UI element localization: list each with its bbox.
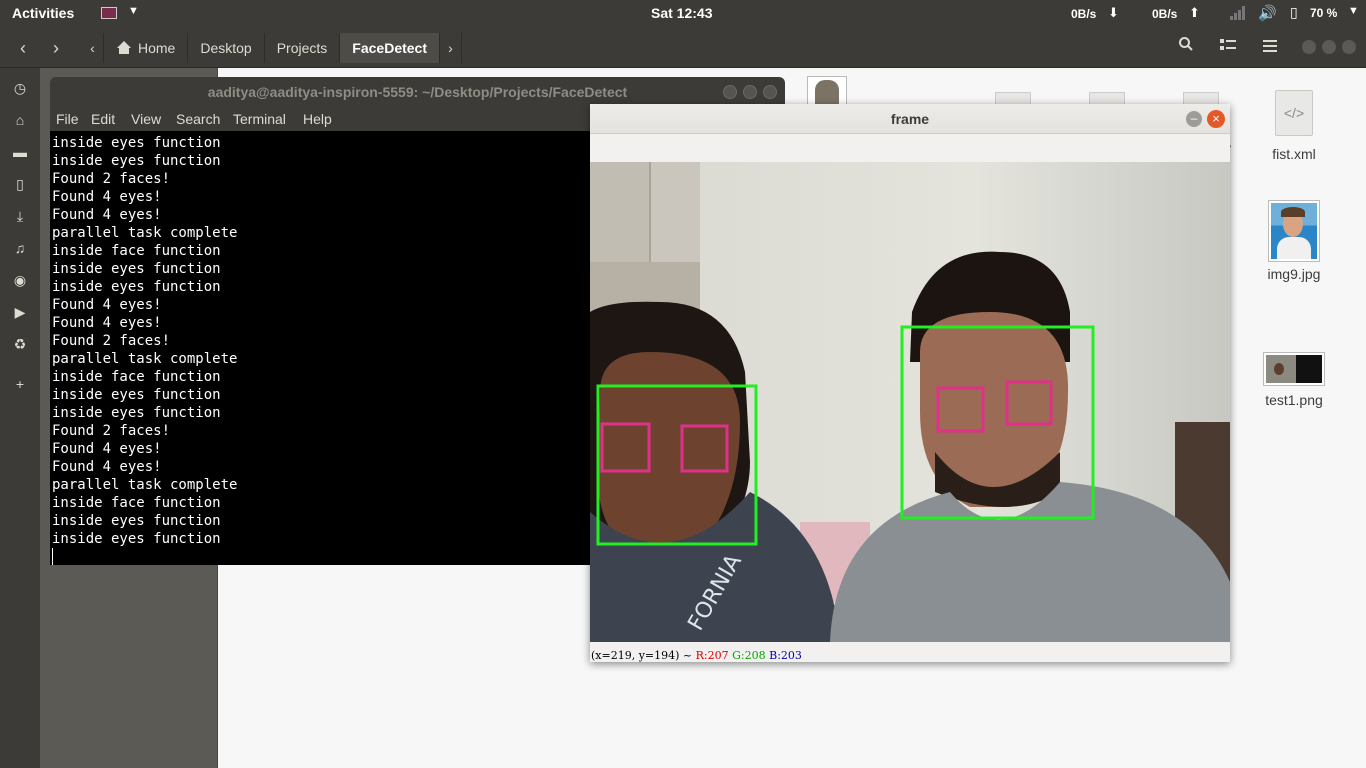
breadcrumb: ‹ Home Desktop Projects FaceDetect › bbox=[82, 33, 462, 63]
menu-terminal[interactable]: Terminal bbox=[233, 111, 286, 127]
recent-icon[interactable]: ◷ bbox=[0, 76, 40, 100]
pixel-coords: (x=219, y=194) ~ bbox=[591, 649, 693, 662]
image-thumbnail bbox=[1263, 352, 1325, 386]
close-button[interactable] bbox=[1342, 40, 1356, 54]
menu-file[interactable]: File bbox=[56, 111, 79, 127]
battery-icon[interactable]: ▯ bbox=[1290, 4, 1298, 21]
minimize-button[interactable] bbox=[1302, 40, 1316, 54]
pixel-red: R:207 bbox=[695, 649, 729, 662]
xml-file-icon: </> bbox=[1275, 90, 1313, 136]
net-up-speed: 0B/s bbox=[1152, 7, 1178, 21]
top-panel: Activities ▼ Sat 12:43 0B/s ⬇ 0B/s ⬆ 🔊 ▯… bbox=[0, 0, 1366, 27]
webcam-scene: FORNIA bbox=[590, 162, 1230, 642]
menu-search[interactable]: Search bbox=[176, 111, 220, 127]
search-button[interactable] bbox=[1170, 34, 1202, 62]
system-menu-icon[interactable]: ▼ bbox=[1348, 5, 1359, 17]
add-location-icon[interactable]: + bbox=[0, 372, 40, 396]
app-menu-icon[interactable] bbox=[101, 7, 117, 19]
menu-button[interactable] bbox=[1254, 34, 1286, 62]
chevron-down-icon[interactable]: ▼ bbox=[128, 5, 139, 17]
pixel-green: G:208 bbox=[732, 649, 766, 662]
file-name: img9.jpg bbox=[1267, 266, 1321, 282]
breadcrumb-left-arrow[interactable]: ‹ bbox=[82, 33, 104, 63]
document-icon[interactable]: ▯ bbox=[0, 172, 40, 196]
camera-icon[interactable]: ◉ bbox=[0, 268, 40, 292]
list-view-icon bbox=[1220, 39, 1236, 50]
terminal-title[interactable]: aaditya@aaditya-inspiron-5559: ~/Desktop… bbox=[50, 77, 785, 107]
breadcrumb-home[interactable]: Home bbox=[104, 33, 189, 63]
activities-button[interactable]: Activities bbox=[12, 5, 74, 21]
menu-edit[interactable]: Edit bbox=[91, 111, 115, 127]
file-item-test1-png[interactable]: test1.png bbox=[1254, 352, 1334, 408]
home-folder-icon[interactable]: ⌂ bbox=[0, 108, 40, 132]
home-icon bbox=[116, 41, 132, 55]
trash-icon[interactable]: ♻ bbox=[0, 332, 40, 356]
music-icon[interactable]: ♫ bbox=[0, 236, 40, 260]
forward-button[interactable]: › bbox=[42, 34, 70, 62]
video-icon[interactable]: ▶ bbox=[0, 300, 40, 324]
battery-percent[interactable]: 70 % bbox=[1310, 6, 1337, 20]
breadcrumb-desktop[interactable]: Desktop bbox=[188, 33, 265, 63]
frame-toolbar bbox=[590, 135, 1230, 162]
view-toggle-button[interactable] bbox=[1212, 34, 1244, 62]
frame-minimize-button[interactable]: – bbox=[1186, 111, 1202, 127]
frame-close-button[interactable]: × bbox=[1207, 110, 1225, 128]
image-thumbnail bbox=[1268, 200, 1320, 262]
hamburger-icon bbox=[1263, 40, 1277, 52]
launcher: ◷ ⌂ ▬ ▯ ⤓ ♫ ◉ ▶ ♻ + bbox=[0, 68, 40, 768]
maximize-button[interactable] bbox=[1322, 40, 1336, 54]
breadcrumb-facedetect[interactable]: FaceDetect bbox=[340, 33, 440, 63]
volume-icon[interactable]: 🔊 bbox=[1258, 4, 1277, 22]
arrow-up-icon: ⬆ bbox=[1189, 5, 1200, 20]
terminal-minimize-button[interactable] bbox=[723, 85, 737, 99]
breadcrumb-right-arrow[interactable]: › bbox=[440, 33, 462, 63]
breadcrumb-projects[interactable]: Projects bbox=[265, 33, 341, 63]
file-item-img9-jpg[interactable]: img9.jpg bbox=[1254, 200, 1334, 282]
frame-window[interactable]: frame – × FORNIA (x=219, y=194) ~ R:207 … bbox=[590, 104, 1230, 662]
frame-status-bar: (x=219, y=194) ~ R:207 G:208 B:203 bbox=[590, 642, 1230, 662]
menu-help[interactable]: Help bbox=[303, 111, 332, 127]
pixel-blue: B:203 bbox=[769, 649, 802, 662]
net-down-speed: 0B/s bbox=[1071, 7, 1097, 21]
webcam-image[interactable]: FORNIA bbox=[590, 162, 1230, 642]
back-button[interactable]: ‹ bbox=[9, 34, 37, 62]
terminal-cursor bbox=[52, 548, 53, 565]
downloads-icon[interactable]: ⤓ bbox=[0, 204, 40, 228]
breadcrumb-home-label: Home bbox=[138, 40, 176, 56]
file-manager-header: ‹ › ‹ Home Desktop Projects FaceDetect › bbox=[0, 27, 1366, 68]
menu-view[interactable]: View bbox=[131, 111, 161, 127]
clock[interactable]: Sat 12:43 bbox=[651, 5, 712, 21]
file-name: test1.png bbox=[1265, 392, 1323, 408]
file-name: fist.xml bbox=[1272, 146, 1316, 162]
terminal-close-button[interactable] bbox=[763, 85, 777, 99]
frame-title[interactable]: frame bbox=[590, 104, 1230, 134]
wifi-signal-icon[interactable] bbox=[1230, 6, 1247, 20]
terminal-maximize-button[interactable] bbox=[743, 85, 757, 99]
search-icon bbox=[1179, 37, 1193, 51]
file-item-fist-xml[interactable]: </> fist.xml bbox=[1254, 90, 1334, 162]
arrow-down-icon: ⬇ bbox=[1108, 5, 1119, 20]
folder-icon[interactable]: ▬ bbox=[0, 140, 40, 164]
